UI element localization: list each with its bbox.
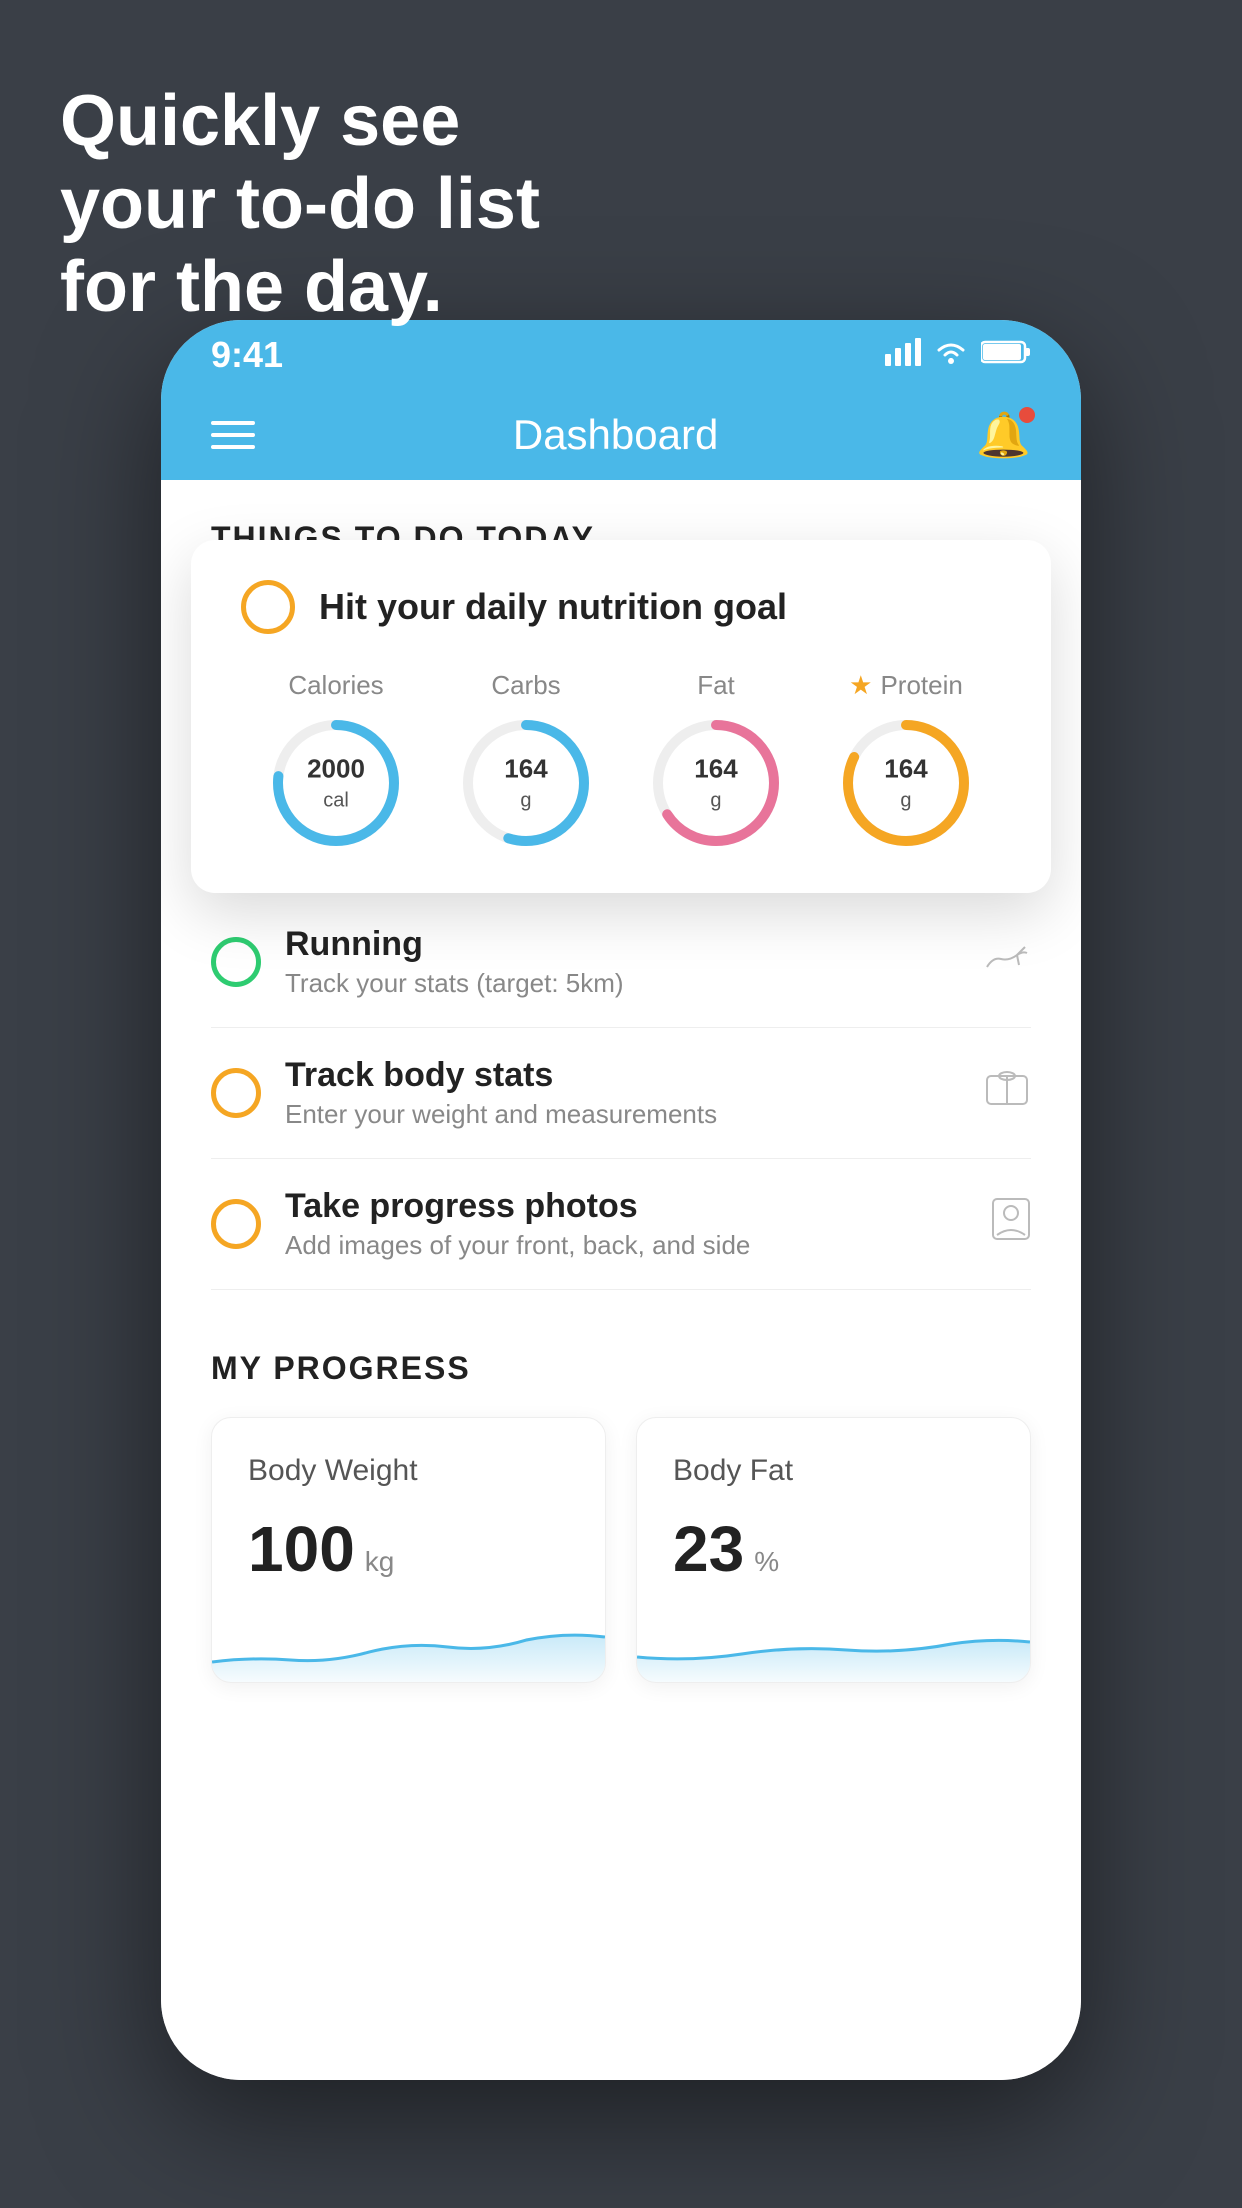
todo-title-photos: Take progress photos: [285, 1187, 967, 1226]
body-fat-title: Body Fat: [673, 1454, 994, 1488]
status-bar: 9:41: [161, 320, 1081, 390]
todo-info-body-stats: Track body stats Enter your weight and m…: [285, 1056, 959, 1130]
nutrition-row: Calories 2000 cal Carbs: [241, 670, 1001, 853]
todo-check-photos: [211, 1199, 261, 1249]
signal-icon: [885, 338, 921, 373]
body-fat-value: 23: [673, 1512, 744, 1586]
nutrition-fat: Fat 164 g: [646, 670, 786, 853]
body-weight-chart: [212, 1602, 605, 1682]
scale-icon: [983, 1068, 1031, 1118]
notification-badge: [1019, 407, 1035, 423]
carbs-circle: 164 g: [456, 713, 596, 853]
todo-item-photos[interactable]: Take progress photos Add images of your …: [211, 1159, 1031, 1290]
card-title: Hit your daily nutrition goal: [319, 586, 787, 628]
nutrition-card: Hit your daily nutrition goal Calories 2…: [191, 540, 1051, 893]
hero-text: Quickly see your to-do list for the day.: [60, 80, 540, 328]
calories-label: Calories: [288, 670, 383, 701]
body-weight-unit: kg: [365, 1546, 395, 1578]
body-weight-value: 100: [248, 1512, 355, 1586]
protein-label: ★ Protein: [849, 670, 963, 701]
nav-bar: Dashboard 🔔: [161, 390, 1081, 480]
protein-circle: 164 g: [836, 713, 976, 853]
todo-check-body-stats: [211, 1068, 261, 1118]
content-area: THINGS TO DO TODAY Hit your daily nutrit…: [161, 480, 1081, 2080]
fat-label: Fat: [697, 670, 735, 701]
nutrition-calories: Calories 2000 cal: [266, 670, 406, 853]
todo-list: Running Track your stats (target: 5km) T…: [161, 897, 1081, 1290]
star-icon: ★: [849, 670, 872, 701]
hamburger-menu[interactable]: [211, 421, 255, 449]
fat-value: 164 g: [694, 754, 737, 811]
todo-subtitle-photos: Add images of your front, back, and side: [285, 1230, 967, 1261]
status-icons: [885, 338, 1031, 373]
progress-card-weight[interactable]: Body Weight 100 kg: [211, 1417, 606, 1683]
calories-value: 2000 cal: [307, 754, 365, 811]
body-fat-unit: %: [754, 1546, 779, 1578]
progress-section-title: MY PROGRESS: [211, 1350, 1031, 1387]
battery-icon: [981, 339, 1031, 372]
running-icon: [983, 937, 1031, 987]
todo-title-body-stats: Track body stats: [285, 1056, 959, 1095]
person-icon: [991, 1197, 1031, 1251]
body-weight-value-row: 100 kg: [248, 1512, 569, 1586]
progress-section: MY PROGRESS Body Weight 100 kg: [161, 1310, 1081, 1723]
calories-circle: 2000 cal: [266, 713, 406, 853]
fat-circle: 164 g: [646, 713, 786, 853]
wifi-icon: [933, 338, 969, 373]
carbs-value: 164 g: [504, 754, 547, 811]
nutrition-protein: ★ Protein 164 g: [836, 670, 976, 853]
body-fat-chart: [637, 1602, 1030, 1682]
phone-frame: 9:41: [161, 320, 1081, 2080]
body-fat-value-row: 23 %: [673, 1512, 994, 1586]
todo-check-running: [211, 937, 261, 987]
protein-value: 164 g: [884, 754, 927, 811]
todo-item-running[interactable]: Running Track your stats (target: 5km): [211, 897, 1031, 1028]
body-weight-title: Body Weight: [248, 1454, 569, 1488]
status-time: 9:41: [211, 334, 283, 376]
nutrition-carbs: Carbs 164 g: [456, 670, 596, 853]
todo-info-photos: Take progress photos Add images of your …: [285, 1187, 967, 1261]
todo-title-running: Running: [285, 925, 959, 964]
todo-subtitle-body-stats: Enter your weight and measurements: [285, 1099, 959, 1130]
nav-title: Dashboard: [513, 411, 718, 459]
carbs-label: Carbs: [491, 670, 560, 701]
card-check-circle: [241, 580, 295, 634]
todo-item-body-stats[interactable]: Track body stats Enter your weight and m…: [211, 1028, 1031, 1159]
notification-bell[interactable]: 🔔: [976, 409, 1031, 461]
todo-subtitle-running: Track your stats (target: 5km): [285, 968, 959, 999]
progress-card-bodyfat[interactable]: Body Fat 23 %: [636, 1417, 1031, 1683]
todo-info-running: Running Track your stats (target: 5km): [285, 925, 959, 999]
card-title-row: Hit your daily nutrition goal: [241, 580, 1001, 634]
progress-cards: Body Weight 100 kg: [211, 1417, 1031, 1683]
